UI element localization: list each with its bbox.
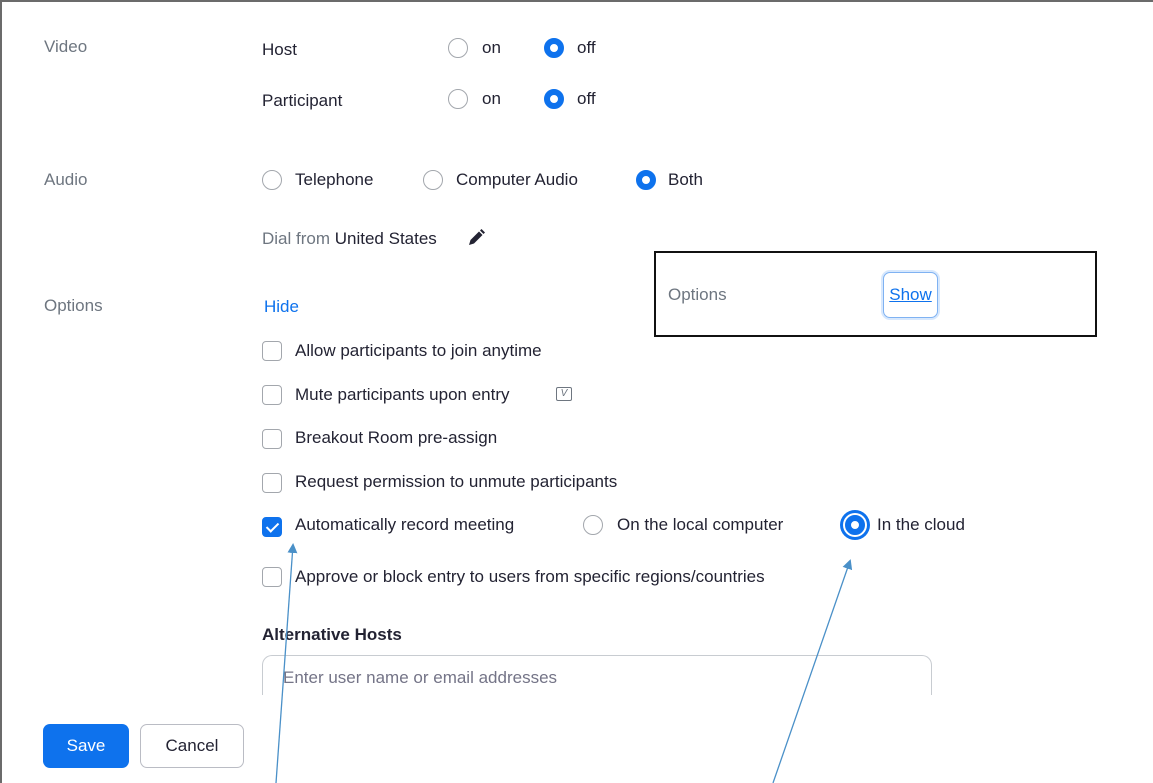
annotation-arrows — [275, 543, 853, 783]
arrow-to-cloud-option — [772, 559, 853, 783]
arrow-to-auto-record — [275, 543, 298, 783]
